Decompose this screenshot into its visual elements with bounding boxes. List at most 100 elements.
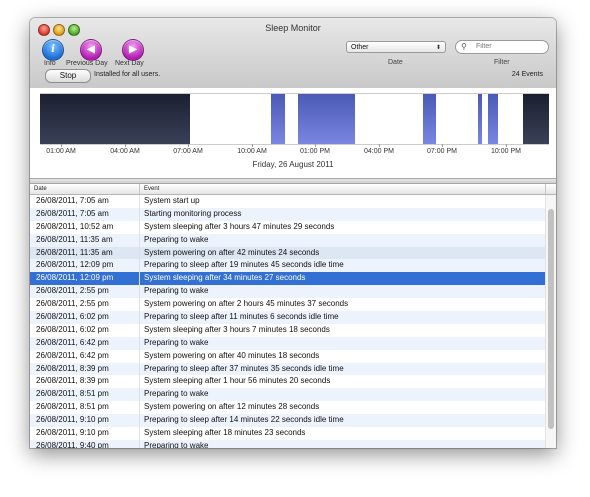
time-label: 04:00 PM <box>364 148 394 155</box>
table-row[interactable]: 26/08/2011, 7:05 am Starting monitoring p… <box>30 207 546 221</box>
date-select[interactable]: Other ⬍ <box>346 41 446 53</box>
row-date: 26/08/2011, 11:35 am <box>36 247 113 257</box>
timeline-segment <box>271 94 285 144</box>
table-row[interactable]: 26/08/2011, 11:35 am System powering on a… <box>30 246 546 260</box>
table-row-selected[interactable]: 26/08/2011, 12:09 pm System sleeping afte… <box>30 272 546 286</box>
row-event: Preparing to wake <box>144 234 209 244</box>
table-row[interactable]: 26/08/2011, 2:55 pm System powering on af… <box>30 298 546 311</box>
window-title: Sleep Monitor <box>265 23 321 33</box>
table-row[interactable]: 26/08/2011, 6:02 pm Preparing to sleep af… <box>30 311 546 324</box>
table-row[interactable]: 26/08/2011, 11:35 am Preparing to wake <box>30 233 546 247</box>
events-count: 24 Events <box>511 71 543 78</box>
timeline-segment <box>488 94 498 144</box>
row-date: 26/08/2011, 12:09 pm <box>36 273 114 283</box>
time-label: 01:00 AM <box>46 148 76 155</box>
vertical-scrollbar[interactable] <box>545 195 556 448</box>
row-event: System powering on after 2 hours 45 minu… <box>144 299 349 309</box>
next-day-icon[interactable]: ▶ <box>122 39 144 61</box>
table-row[interactable]: 26/08/2011, 9:10 pm System sleeping after… <box>30 427 546 440</box>
time-label: 01:00 PM <box>300 148 330 155</box>
table-row[interactable]: 26/08/2011, 8:51 pm Preparing to wake <box>30 388 546 402</box>
graph-date: Friday, 26 August 2011 <box>252 160 334 169</box>
time-label: 07:00 AM <box>173 148 203 155</box>
row-date: 26/08/2011, 8:51 pm <box>36 402 109 412</box>
row-date: 26/08/2011, 11:35 am <box>36 234 113 244</box>
row-event: System sleeping after 3 hours 47 minutes… <box>144 221 335 231</box>
time-label: 10:00 PM <box>491 148 521 155</box>
row-event: System sleeping after 1 hour 56 minutes … <box>144 376 331 386</box>
row-event: Preparing to sleep after 11 minutes 6 se… <box>144 312 339 322</box>
row-date: 26/08/2011, 6:02 pm <box>36 324 109 334</box>
time-tick <box>188 144 189 147</box>
time-label: 07:00 PM <box>427 148 457 155</box>
timeline-segment <box>40 94 190 144</box>
row-event: System powering on after 42 minutes 24 s… <box>144 247 320 257</box>
time-label: 10:00 AM <box>237 148 267 155</box>
time-tick <box>442 144 443 147</box>
time-tick <box>379 144 380 147</box>
table-row[interactable]: 26/08/2011, 6:42 pm System powering on af… <box>30 350 546 363</box>
timeline-segment <box>298 94 355 144</box>
previous-day-icon[interactable]: ◀ <box>80 39 102 61</box>
updown-arrow-icon: ⬍ <box>435 45 441 51</box>
row-date: 26/08/2011, 8:51 pm <box>36 389 109 399</box>
table-row[interactable]: 26/08/2011, 6:02 pm System sleeping after… <box>30 324 546 337</box>
row-date: 26/08/2011, 6:42 pm <box>36 337 109 347</box>
timeline-bars <box>40 93 549 145</box>
row-event: System sleeping after 18 minutes 23 seco… <box>144 428 306 438</box>
events-table: Date Event 26/08/2011, 7:05 am System sta… <box>30 184 556 448</box>
row-event: Starting monitoring process <box>144 208 242 218</box>
date-select-value: Other <box>351 44 369 51</box>
timeline-segment <box>423 94 436 144</box>
row-date: 26/08/2011, 2:55 pm <box>36 299 109 309</box>
status-message: Installed for all users. <box>94 71 161 78</box>
filter-search-field[interactable]: ⚲ <box>455 40 549 54</box>
filter-label: Filter <box>494 59 510 66</box>
row-date: 26/08/2011, 9:10 pm <box>36 415 109 425</box>
row-date: 26/08/2011, 6:02 pm <box>36 312 109 322</box>
table-row[interactable]: 26/08/2011, 2:55 pm Preparing to wake <box>30 285 546 299</box>
time-label: 04:00 AM <box>110 148 140 155</box>
time-tick <box>61 144 62 147</box>
table-header: Date Event <box>30 184 556 195</box>
column-header-event[interactable]: Event <box>140 184 546 194</box>
table-row[interactable]: 26/08/2011, 9:40 pm Preparing to wake <box>30 439 546 448</box>
table-row[interactable]: 26/08/2011, 7:05 am System start up <box>30 195 546 208</box>
titlebar-toolbar: Sleep Monitor i Info ◀ Previous Day ▶ Ne… <box>30 18 556 89</box>
table-row[interactable]: 26/08/2011, 8:39 pm Preparing to sleep af… <box>30 362 546 376</box>
row-date: 26/08/2011, 9:40 pm <box>36 440 109 448</box>
info-label: Info <box>44 60 56 67</box>
timeline-segment <box>523 94 549 144</box>
row-event: Preparing to wake <box>144 286 209 296</box>
row-date: 26/08/2011, 12:09 pm <box>36 260 114 270</box>
table-row[interactable]: 26/08/2011, 9:10 pm Preparing to sleep af… <box>30 414 546 428</box>
previous-day-label: Previous Day <box>66 60 108 67</box>
next-day-label: Next Day <box>115 60 144 67</box>
time-tick <box>252 144 253 147</box>
row-date: 26/08/2011, 7:05 am <box>36 208 109 218</box>
time-tick <box>125 144 126 147</box>
row-event: Preparing to sleep after 14 minutes 22 s… <box>144 415 344 425</box>
table-row[interactable]: 26/08/2011, 8:51 pm System powering on af… <box>30 401 546 414</box>
table-row[interactable]: 26/08/2011, 12:09 pm Preparing to sleep a… <box>30 259 546 273</box>
column-divider <box>139 195 140 448</box>
table-rows: 26/08/2011, 7:05 am System start up 26/08… <box>30 195 546 448</box>
row-date: 26/08/2011, 10:52 am <box>36 221 114 231</box>
row-event: System sleeping after 3 hours 7 minutes … <box>144 324 330 334</box>
table-row[interactable]: 26/08/2011, 6:42 pm Preparing to wake <box>30 336 546 350</box>
info-icon[interactable]: i <box>42 39 64 61</box>
table-row[interactable]: 26/08/2011, 10:52 am System sleeping afte… <box>30 221 546 234</box>
row-event: Preparing to sleep after 37 minutes 35 s… <box>144 363 344 373</box>
stop-button[interactable]: Stop <box>45 69 91 83</box>
sleep-timeline-graph: 01:00 AM 04:00 AM 07:00 AM 10:00 AM 01:0… <box>30 88 556 179</box>
row-date: 26/08/2011, 6:42 pm <box>36 350 109 360</box>
time-tick <box>315 144 316 147</box>
row-date: 26/08/2011, 9:10 pm <box>36 428 109 438</box>
timeline-segment <box>478 94 482 144</box>
filter-input[interactable] <box>476 43 541 50</box>
row-date: 26/08/2011, 8:39 pm <box>36 363 109 373</box>
app-window: Sleep Monitor i Info ◀ Previous Day ▶ Ne… <box>30 18 556 448</box>
table-row[interactable]: 26/08/2011, 8:39 pm System sleeping after… <box>30 375 546 388</box>
scrollbar-thumb[interactable] <box>548 209 554 429</box>
column-header-date[interactable]: Date <box>30 184 140 194</box>
